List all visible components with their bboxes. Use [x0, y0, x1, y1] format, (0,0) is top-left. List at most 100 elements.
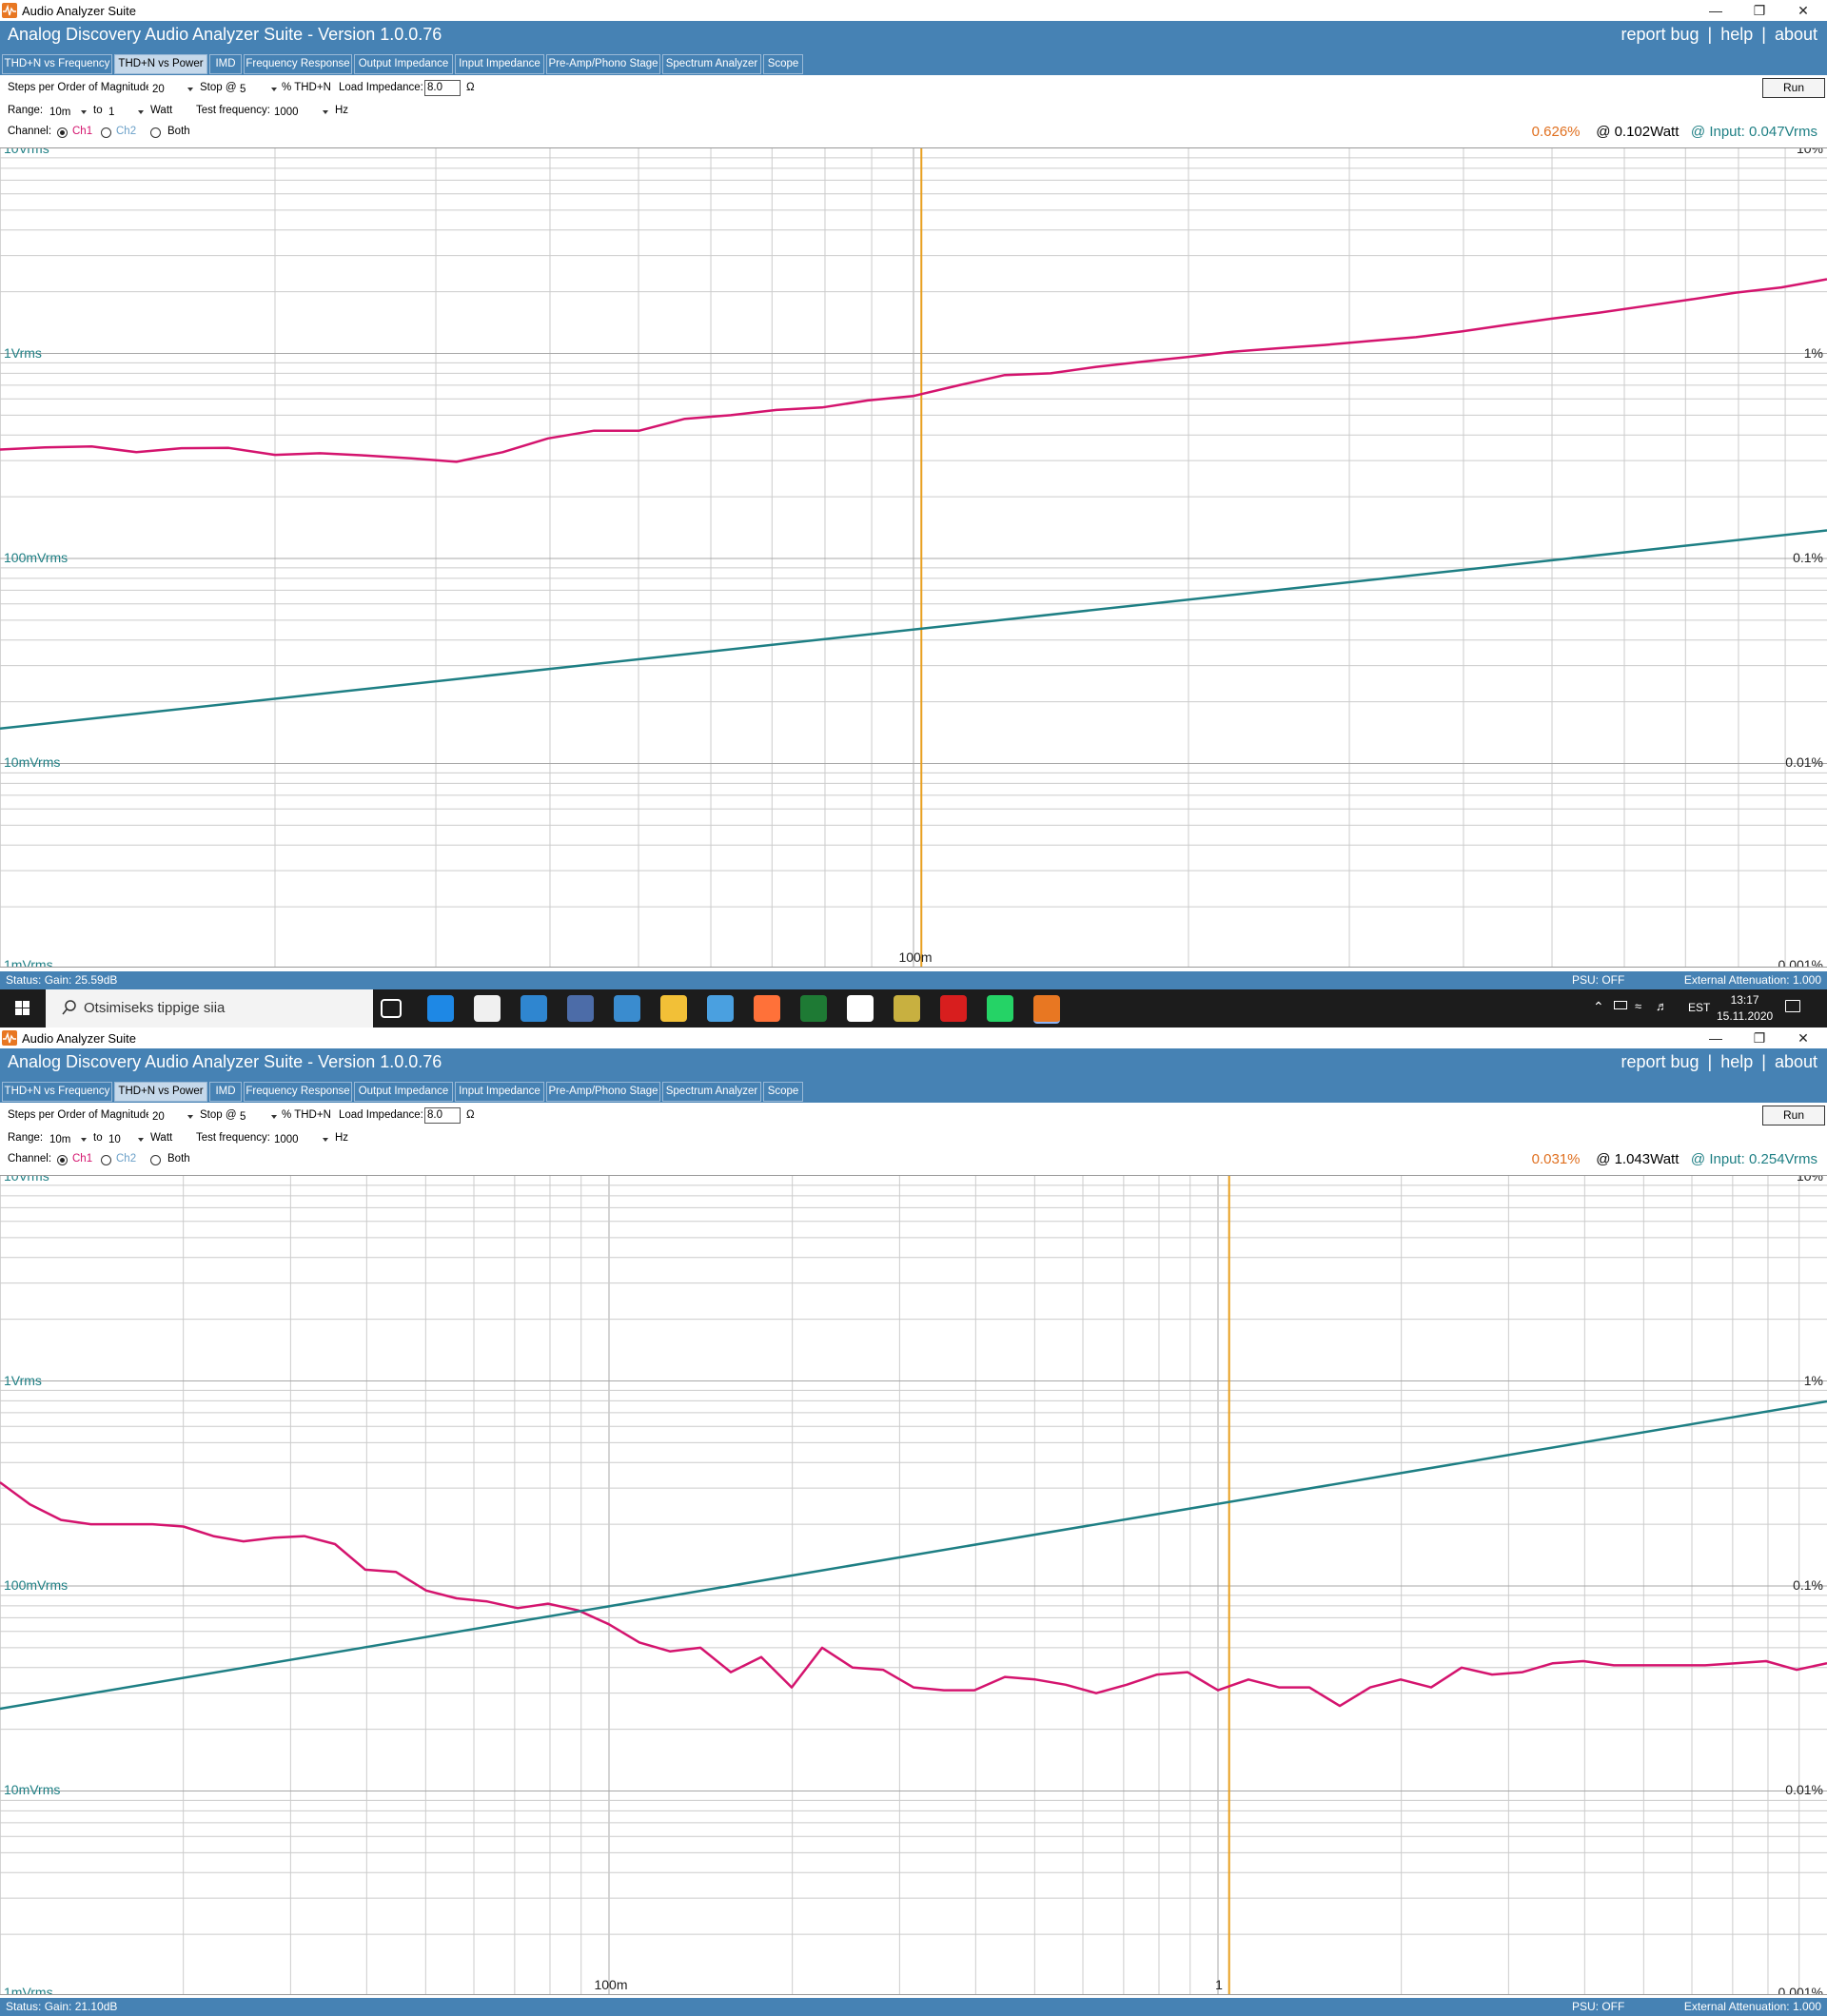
both-label: Both [167, 1153, 190, 1165]
thd-vs-power-plot[interactable]: 10Vrms 1Vrms 100mVrms 10mVrms 1mVrms 10%… [0, 147, 1827, 968]
title-bar[interactable]: Audio Analyzer Suite — ❐ ✕ [0, 0, 1827, 21]
hz-label: Hz [335, 1132, 349, 1144]
tab-output-impedance[interactable]: Output Impedance [354, 1082, 453, 1102]
tab-spectrum-analyzer[interactable]: Spectrum Analyzer [662, 54, 761, 74]
game-icon[interactable] [940, 995, 967, 1022]
ch2-radio[interactable] [101, 127, 111, 138]
y-left-label: 1Vrms [4, 1373, 42, 1388]
minimize-button[interactable]: — [1694, 1028, 1738, 1048]
run-button[interactable]: Run [1762, 1106, 1825, 1125]
channel-label: Channel: [8, 126, 52, 137]
test-frequency-dropdown[interactable]: 1000 [270, 105, 329, 121]
tab-frequency-response[interactable]: Frequency Response [244, 54, 352, 74]
stop-dropdown[interactable]: 5 [236, 82, 278, 98]
whatsapp-icon[interactable] [987, 995, 1013, 1022]
paint-icon[interactable] [707, 995, 734, 1022]
thd-vs-power-plot[interactable]: 10Vrms 1Vrms 100mVrms 10mVrms 1mVrms 10%… [0, 1175, 1827, 1995]
volume-icon[interactable]: ♬ [1656, 999, 1668, 1013]
about-link[interactable]: about [1775, 25, 1817, 45]
tab-imd[interactable]: IMD [209, 1082, 242, 1102]
chevron-up-icon[interactable]: ⌃ [1593, 999, 1604, 1015]
network-icon[interactable]: ≈ [1635, 999, 1641, 1013]
notifications-icon[interactable] [1785, 1000, 1800, 1012]
tab-thd-vs-frequency[interactable]: THD+N vs Frequency [2, 54, 112, 74]
window-title: Audio Analyzer Suite [22, 1031, 136, 1046]
file-explorer-icon[interactable] [660, 995, 687, 1022]
tab-scope[interactable]: Scope [763, 1082, 803, 1102]
y-left-label: 10Vrms [4, 1175, 49, 1184]
range-to-dropdown[interactable]: 10 [105, 1132, 145, 1148]
battery-icon[interactable] [1614, 1001, 1627, 1009]
tab-bar: THD+N vs Frequency THD+N vs Power IMD Fr… [0, 1082, 1827, 1103]
steps-label: Steps per Order of Magnitude: [8, 1109, 155, 1121]
y-right-label: 1% [1803, 345, 1823, 361]
firefox-icon[interactable] [754, 995, 780, 1022]
report-bug-link[interactable]: report bug [1621, 1052, 1699, 1072]
fox-icon[interactable] [847, 995, 874, 1022]
photos-icon[interactable] [614, 995, 640, 1022]
taskbar-search[interactable]: Otsimiseks tippige siia [46, 989, 373, 1028]
app-title: Analog Discovery Audio Analyzer Suite - … [8, 25, 442, 44]
thd-label: % THD+N [282, 82, 331, 93]
steps-dropdown[interactable]: 20 [148, 1109, 194, 1125]
restore-button[interactable]: ❐ [1738, 0, 1781, 21]
close-button[interactable]: ✕ [1781, 0, 1825, 21]
external-attenuation: External Attenuation: 1.000 [1683, 973, 1821, 987]
app-icon [2, 3, 17, 18]
tab-imd[interactable]: IMD [209, 54, 242, 74]
tab-thd-vs-power[interactable]: THD+N vs Power [114, 1082, 207, 1102]
power-readout: @ 1.043Watt [1596, 1151, 1680, 1167]
help-link[interactable]: help [1720, 25, 1753, 45]
ch1-radio[interactable] [57, 1155, 68, 1165]
close-button[interactable]: ✕ [1781, 1028, 1825, 1048]
restore-button[interactable]: ❐ [1738, 1028, 1781, 1048]
tab-input-impedance[interactable]: Input Impedance [455, 1082, 544, 1102]
store-icon[interactable] [474, 995, 501, 1022]
external-attenuation: External Attenuation: 1.000 [1683, 2000, 1821, 2013]
report-bug-link[interactable]: report bug [1621, 25, 1699, 45]
task-view-icon[interactable] [381, 999, 402, 1018]
about-link[interactable]: about [1775, 1052, 1817, 1072]
tab-preamp-phono[interactable]: Pre-Amp/Phono Stage [546, 54, 660, 74]
start-button[interactable] [0, 989, 46, 1028]
mail-icon[interactable] [521, 995, 547, 1022]
load-impedance-input[interactable]: 8.0 [424, 80, 461, 96]
load-impedance-input[interactable]: 8.0 [424, 1107, 461, 1124]
audio-analyzer-icon[interactable] [1033, 995, 1060, 1024]
y-right-label: 0.001% [1778, 957, 1823, 968]
tab-frequency-response[interactable]: Frequency Response [244, 1082, 352, 1102]
edge-icon[interactable] [427, 995, 454, 1022]
ch1-radio[interactable] [57, 127, 68, 138]
link-separator: | [1761, 25, 1766, 44]
winamp-icon[interactable] [800, 995, 827, 1022]
title-bar[interactable]: Audio Analyzer Suite — ❐ ✕ [0, 1028, 1827, 1048]
ohm-label: Ω [466, 1109, 475, 1121]
channel-label: Channel: [8, 1153, 52, 1165]
tab-scope[interactable]: Scope [763, 54, 803, 74]
language-indicator[interactable]: EST [1688, 1001, 1710, 1014]
tab-thd-vs-power[interactable]: THD+N vs Power [114, 54, 207, 74]
help-link[interactable]: help [1720, 1052, 1753, 1072]
both-radio[interactable] [150, 1155, 161, 1165]
app-header: Analog Discovery Audio Analyzer Suite - … [0, 1048, 1827, 1082]
tab-input-impedance[interactable]: Input Impedance [455, 54, 544, 74]
calculator-icon[interactable] [567, 995, 594, 1022]
tab-thd-vs-frequency[interactable]: THD+N vs Frequency [2, 1082, 112, 1102]
link-separator: | [1707, 1052, 1713, 1071]
steps-dropdown[interactable]: 20 [148, 82, 194, 98]
range-from-dropdown[interactable]: 10m [46, 1132, 88, 1148]
test-frequency-dropdown[interactable]: 1000 [270, 1132, 329, 1148]
both-radio[interactable] [150, 127, 161, 138]
range-to-dropdown[interactable]: 1 [105, 105, 145, 121]
stop-dropdown[interactable]: 5 [236, 1109, 278, 1125]
ch2-radio[interactable] [101, 1155, 111, 1165]
run-button[interactable]: Run [1762, 78, 1825, 98]
tab-preamp-phono[interactable]: Pre-Amp/Phono Stage [546, 1082, 660, 1102]
tab-spectrum-analyzer[interactable]: Spectrum Analyzer [662, 1082, 761, 1102]
tab-output-impedance[interactable]: Output Impedance [354, 54, 453, 74]
thd-readout: 0.031% [1531, 1151, 1581, 1167]
clock[interactable]: 13:17 15.11.2020 [1717, 992, 1773, 1025]
minimize-button[interactable]: — [1694, 0, 1738, 21]
spreadsheet-icon[interactable] [894, 995, 920, 1022]
range-from-dropdown[interactable]: 10m [46, 105, 88, 121]
